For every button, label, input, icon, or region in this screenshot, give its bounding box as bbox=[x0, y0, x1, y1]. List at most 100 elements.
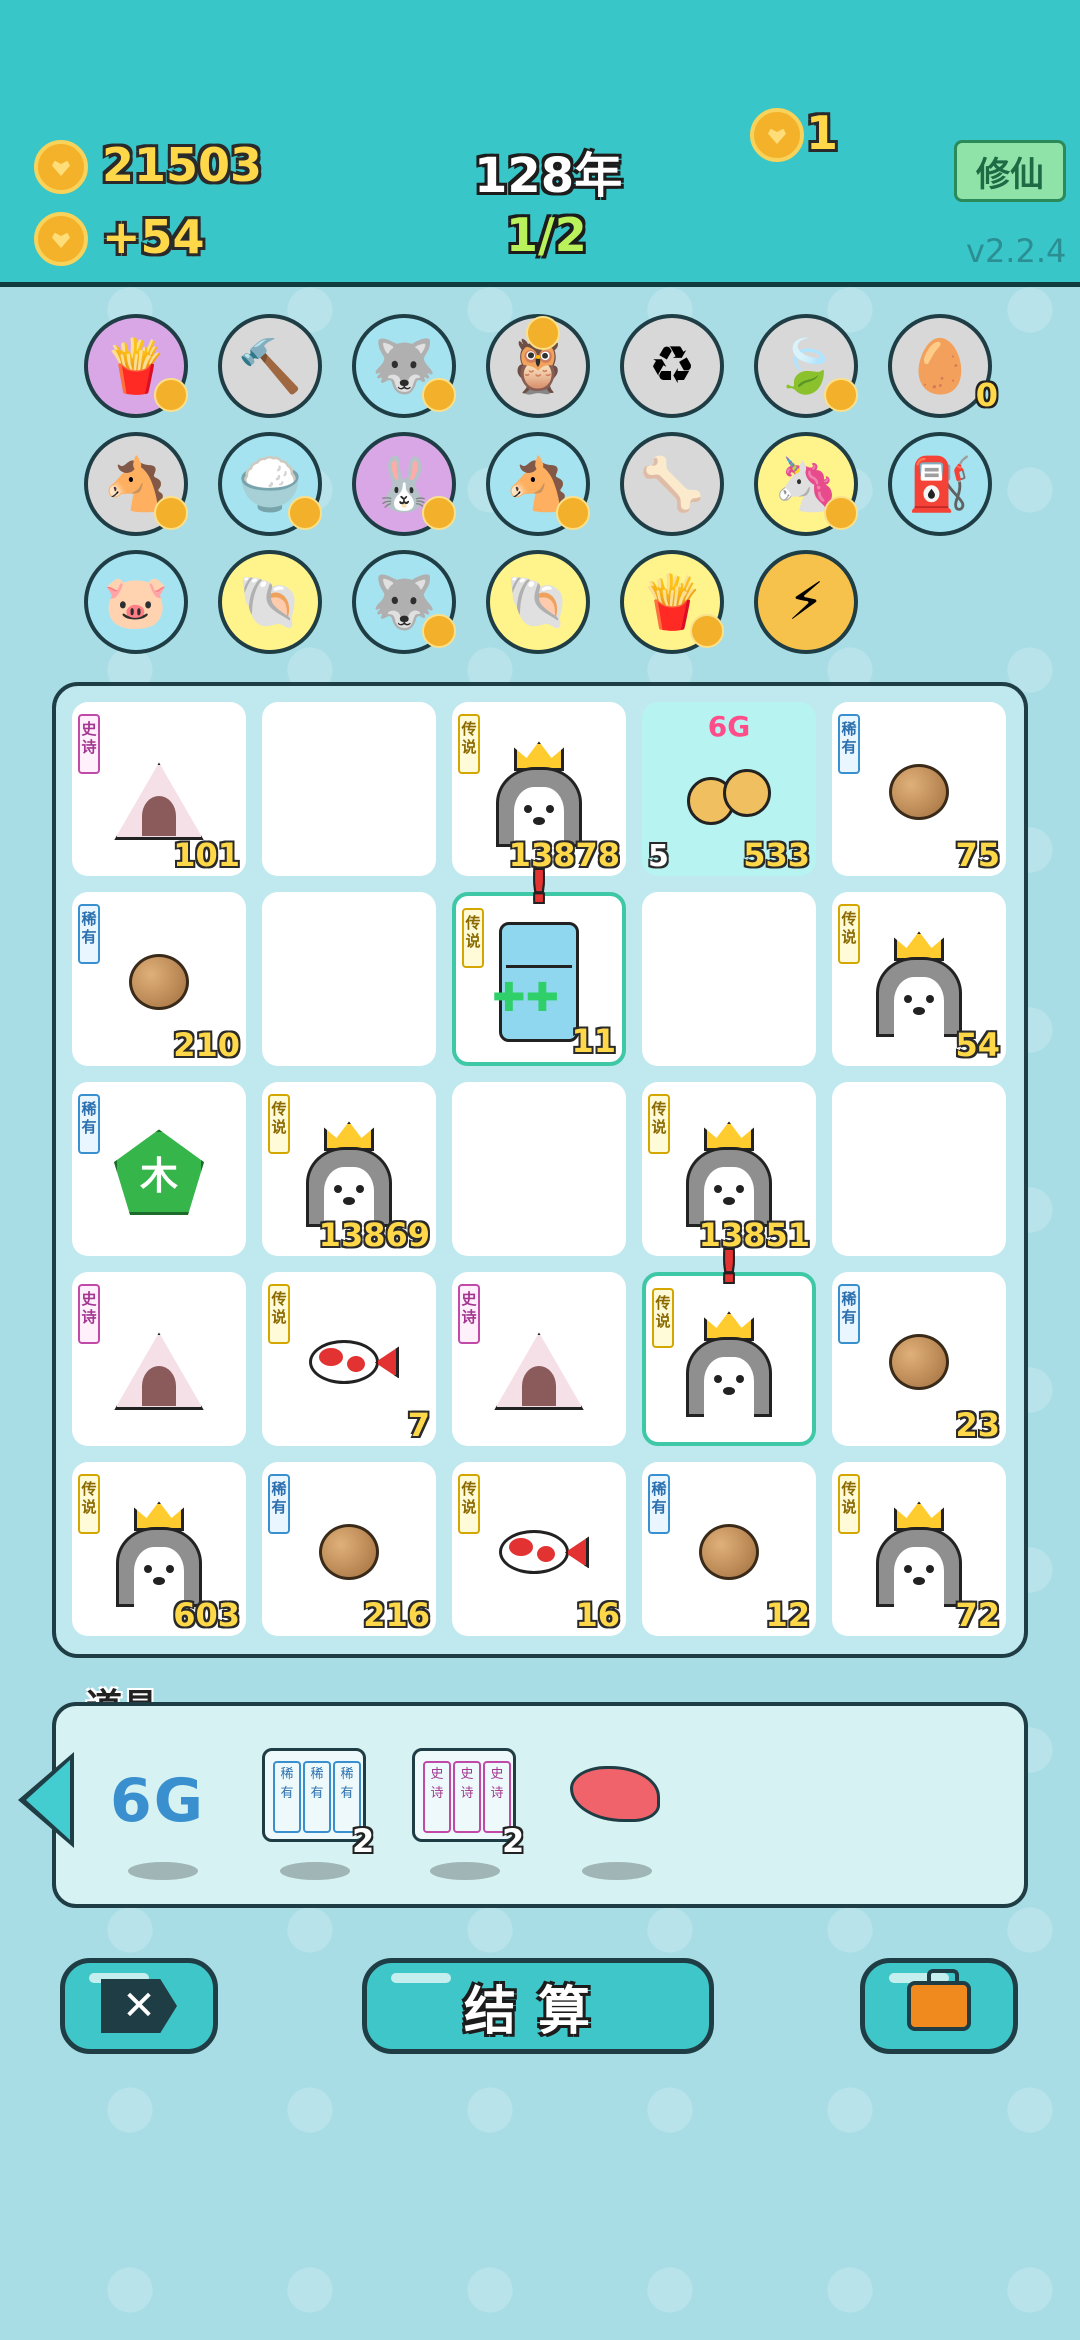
board-cell[interactable]: 传说 603 bbox=[72, 1462, 246, 1636]
husky-icon[interactable]: 🐺 bbox=[352, 314, 456, 418]
lightning-icon[interactable]: ⚡ bbox=[754, 550, 858, 654]
board-cell[interactable]: 传说 7 bbox=[262, 1272, 436, 1446]
discard-button[interactable]: ✕ bbox=[60, 1958, 218, 2054]
koi-fish-icon bbox=[489, 1522, 589, 1582]
cell-value: 13878 bbox=[508, 836, 620, 874]
board-cell[interactable] bbox=[262, 892, 436, 1066]
fries-icon[interactable]: 🍟 bbox=[620, 550, 724, 654]
trash-bag-icon[interactable]: ♻ bbox=[620, 314, 724, 418]
gold-amount: 21503 bbox=[102, 138, 263, 192]
board-cell[interactable]: 稀有 23 bbox=[832, 1272, 1006, 1446]
tool-count: 2 bbox=[352, 1822, 375, 1860]
leaf-icon[interactable]: 🍃 bbox=[754, 314, 858, 418]
rarity-tag: 稀有 bbox=[648, 1474, 670, 1534]
husky-icon bbox=[674, 1117, 784, 1228]
board-cell[interactable]: 传说 54 bbox=[832, 892, 1006, 1066]
husky-icon bbox=[484, 737, 594, 848]
rice-bowl-icon[interactable]: 🍚 bbox=[218, 432, 322, 536]
rarity-tag: 稀有 bbox=[838, 714, 860, 774]
board-cell[interactable] bbox=[452, 1082, 626, 1256]
tool-count: 2 bbox=[502, 1822, 525, 1860]
epic-reroll-icon: 史诗 史诗 史诗 bbox=[412, 1748, 516, 1842]
cultivate-button[interactable]: 修仙 bbox=[954, 140, 1066, 202]
scroll-left-arrow-icon[interactable] bbox=[18, 1752, 74, 1848]
rarity-tag: 传说 bbox=[838, 1474, 860, 1534]
cell-value: 216 bbox=[363, 1596, 430, 1634]
board-cell[interactable]: 传说 72 bbox=[832, 1462, 1006, 1636]
nut-icon bbox=[319, 1524, 379, 1581]
heart-badge-icon bbox=[154, 378, 188, 412]
nut-icon bbox=[699, 1524, 759, 1581]
rarity-tag: 传说 bbox=[838, 904, 860, 964]
heart-badge-icon bbox=[154, 496, 188, 530]
board-cell[interactable]: 稀有 216 bbox=[262, 1462, 436, 1636]
board-cell[interactable]: 传说 16 bbox=[452, 1462, 626, 1636]
shell-icon[interactable]: 🐚 bbox=[218, 550, 322, 654]
rabbit-tent-icon bbox=[104, 742, 214, 842]
rare-tag: 稀有 bbox=[273, 1761, 301, 1833]
board-cell[interactable]: 传说 13878 bbox=[452, 702, 626, 876]
husky-icon bbox=[294, 1117, 404, 1228]
board-cell[interactable]: 史诗 101 bbox=[72, 702, 246, 876]
heart-badge-icon bbox=[690, 614, 724, 648]
coin-icon bbox=[750, 108, 804, 162]
cherries-icon bbox=[679, 757, 779, 827]
tool-epic-reroll[interactable]: 史诗 史诗 史诗 2 bbox=[410, 1748, 524, 1860]
tool-shadow bbox=[582, 1862, 652, 1880]
briefcase-icon bbox=[907, 1969, 971, 2031]
heart-badge-icon bbox=[422, 378, 456, 412]
horses-icon[interactable]: 🐴 bbox=[84, 432, 188, 536]
cell-label: 6G bbox=[707, 710, 751, 743]
husky-icon[interactable]: 🐺 bbox=[352, 550, 456, 654]
epic-tag: 史诗 bbox=[453, 1761, 481, 1833]
tool-shadow bbox=[430, 1862, 500, 1880]
rabbit-icon[interactable]: 🐰 bbox=[352, 432, 456, 536]
board-cell[interactable]: 传说 13851 bbox=[642, 1082, 816, 1256]
board-cell[interactable]: 传说! bbox=[642, 1242, 816, 1446]
board-cell[interactable]: 6G 5 533 bbox=[642, 702, 816, 876]
tool-6g[interactable]: 6G bbox=[110, 1748, 220, 1858]
rarity-tag: 史诗 bbox=[78, 714, 100, 774]
rarity-tag: 稀有 bbox=[838, 1284, 860, 1344]
hammer-icon[interactable]: 🔨 bbox=[218, 314, 322, 418]
dog-food-icon[interactable]: 🦴 bbox=[620, 432, 724, 536]
egg-tray-icon[interactable]: 🥚 0 bbox=[888, 314, 998, 418]
alert-icon: ! bbox=[528, 862, 550, 913]
cell-value: 603 bbox=[173, 1596, 240, 1634]
board-cell[interactable]: 传说 ✚✚ 11! bbox=[452, 862, 626, 1066]
piggy-bank-icon[interactable]: 🐷 bbox=[84, 550, 188, 654]
husky-icon bbox=[864, 927, 974, 1038]
board-cell[interactable]: 稀有 12 bbox=[642, 1462, 816, 1636]
unicorn-icon[interactable]: 🦄 bbox=[754, 432, 858, 536]
board-cell[interactable] bbox=[642, 892, 816, 1066]
board-cell[interactable] bbox=[832, 1082, 1006, 1256]
board-cell[interactable]: 传说 13869 bbox=[262, 1082, 436, 1256]
board-cell[interactable]: 稀有 210 bbox=[72, 892, 246, 1066]
tool-shadow bbox=[280, 1862, 350, 1880]
board-cell[interactable]: 史诗 bbox=[452, 1272, 626, 1446]
koi-fish-icon bbox=[299, 1332, 399, 1392]
cell-value: 23 bbox=[955, 1406, 1000, 1444]
settle-button[interactable]: 结算 bbox=[362, 1958, 714, 2054]
board-cell[interactable]: 稀有木 bbox=[72, 1082, 246, 1256]
board-cell[interactable] bbox=[262, 702, 436, 876]
tool-rare-reroll[interactable]: 稀有 稀有 稀有 2 bbox=[260, 1748, 374, 1860]
rarity-tag: 传说 bbox=[268, 1094, 290, 1154]
rarity-tag: 传说 bbox=[648, 1094, 670, 1154]
delete-icon: ✕ bbox=[101, 1979, 177, 2033]
owls-icon[interactable]: 🦉 bbox=[486, 314, 590, 418]
heart-badge-icon bbox=[556, 496, 590, 530]
horses-icon[interactable]: 🐴 bbox=[486, 432, 590, 536]
tool-liver[interactable] bbox=[566, 1748, 676, 1858]
wood-glyph: 木 bbox=[139, 1153, 178, 1198]
fries-icon[interactable]: 🍟 bbox=[84, 314, 188, 418]
version-label: v2.2.4 bbox=[966, 232, 1067, 270]
shell-icon[interactable]: 🐚 bbox=[486, 550, 590, 654]
rarity-tag: 传说 bbox=[462, 908, 484, 968]
bag-button[interactable] bbox=[860, 1958, 1018, 2054]
pump-icon[interactable]: ⛽ bbox=[888, 432, 992, 536]
rarity-tag: 稀有 bbox=[268, 1474, 290, 1534]
rarity-tag: 史诗 bbox=[78, 1284, 100, 1344]
board-cell[interactable]: 史诗 bbox=[72, 1272, 246, 1446]
board-cell[interactable]: 稀有 75 bbox=[832, 702, 1006, 876]
